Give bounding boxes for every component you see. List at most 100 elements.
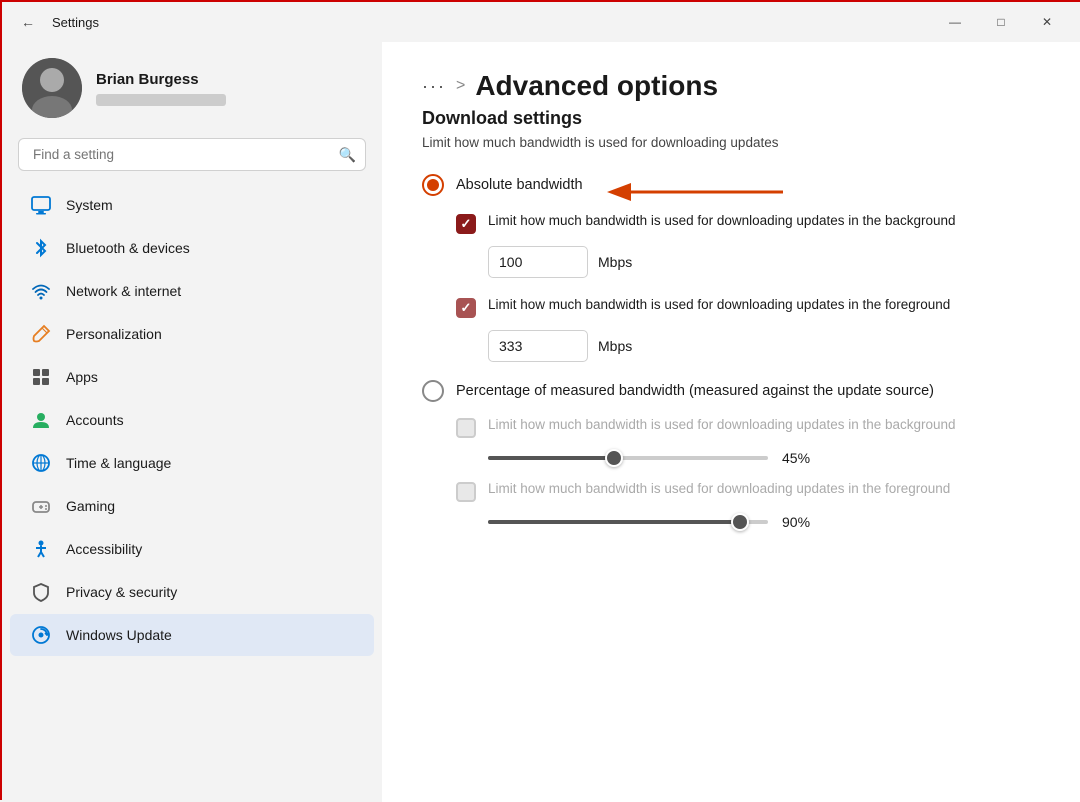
sidebar-item-network[interactable]: Network & internet bbox=[10, 270, 374, 312]
sidebar-item-privacy[interactable]: Privacy & security bbox=[10, 571, 374, 613]
maximize-button[interactable]: □ bbox=[978, 7, 1024, 37]
wifi-icon bbox=[30, 280, 52, 302]
bluetooth-icon bbox=[30, 237, 52, 259]
fg-slider-thumb[interactable] bbox=[731, 513, 749, 531]
absolute-bandwidth-radio[interactable] bbox=[422, 174, 444, 196]
fg-percentage-checkbox-row: Limit how much bandwidth is used for dow… bbox=[456, 480, 1042, 502]
fg-slider-row: 90% bbox=[488, 514, 1042, 530]
bg-slider-pct: 45% bbox=[782, 450, 810, 466]
sidebar-item-windows-update[interactable]: Windows Update bbox=[10, 614, 374, 656]
accounts-icon bbox=[30, 409, 52, 431]
fg-percentage-checkbox[interactable] bbox=[456, 482, 476, 502]
search-input[interactable] bbox=[18, 138, 366, 171]
user-section: Brian Burgess bbox=[2, 42, 382, 138]
absolute-bandwidth-label: Absolute bandwidth bbox=[456, 177, 583, 193]
background-checkbox-label: Limit how much bandwidth is used for dow… bbox=[488, 212, 956, 231]
sidebar-item-accounts-label: Accounts bbox=[66, 412, 124, 428]
background-mbps-label: Mbps bbox=[598, 254, 632, 270]
absolute-bandwidth-option[interactable]: Absolute bandwidth bbox=[422, 174, 583, 196]
sidebar-item-time-label: Time & language bbox=[66, 455, 171, 471]
sidebar: Brian Burgess 🔍 Syst bbox=[2, 42, 382, 802]
sidebar-item-privacy-label: Privacy & security bbox=[66, 584, 177, 600]
window-controls: — □ ✕ bbox=[932, 7, 1070, 37]
bg-slider-fill bbox=[488, 456, 614, 460]
sidebar-item-personalization[interactable]: Personalization bbox=[10, 313, 374, 355]
settings-window: ← Settings — □ ✕ Brian Burgess bbox=[2, 2, 1080, 802]
search-icon: 🔍 bbox=[339, 146, 356, 163]
sidebar-item-personalization-label: Personalization bbox=[66, 326, 162, 342]
main-content: ··· > Advanced options Download settings… bbox=[382, 42, 1080, 802]
sidebar-item-apps-label: Apps bbox=[66, 369, 98, 385]
bg-slider-row: 45% bbox=[488, 450, 1042, 466]
section-title: Download settings bbox=[422, 108, 1042, 129]
background-checkbox-row: Limit how much bandwidth is used for dow… bbox=[456, 212, 1042, 234]
foreground-mbps-input[interactable] bbox=[488, 330, 588, 362]
foreground-checkbox-row: Limit how much bandwidth is used for dow… bbox=[456, 296, 1042, 318]
system-icon bbox=[30, 194, 52, 216]
fg-slider-pct: 90% bbox=[782, 514, 810, 530]
fg-slider-track[interactable] bbox=[488, 520, 768, 524]
user-name: Brian Burgess bbox=[96, 71, 226, 88]
background-input-row: Mbps bbox=[488, 246, 1042, 278]
gaming-icon bbox=[30, 495, 52, 517]
sidebar-item-gaming[interactable]: Gaming bbox=[10, 485, 374, 527]
back-button[interactable]: ← bbox=[14, 8, 42, 36]
fg-percentage-label: Limit how much bandwidth is used for dow… bbox=[488, 480, 950, 499]
globe-icon bbox=[30, 452, 52, 474]
percentage-option[interactable]: Percentage of measured bandwidth (measur… bbox=[422, 380, 1042, 402]
bg-percentage-checkbox-row: Limit how much bandwidth is used for dow… bbox=[456, 416, 1042, 438]
sidebar-item-time[interactable]: Time & language bbox=[10, 442, 374, 484]
close-button[interactable]: ✕ bbox=[1024, 7, 1070, 37]
user-info: Brian Burgess bbox=[96, 71, 226, 106]
fg-slider-fill bbox=[488, 520, 740, 524]
sidebar-item-accessibility[interactable]: Accessibility bbox=[10, 528, 374, 570]
brush-icon bbox=[30, 323, 52, 345]
sidebar-item-accounts[interactable]: Accounts bbox=[10, 399, 374, 441]
foreground-mbps-label: Mbps bbox=[598, 338, 632, 354]
foreground-input-row: Mbps bbox=[488, 330, 1042, 362]
page-header: ··· > Advanced options bbox=[422, 70, 1042, 102]
sidebar-item-system[interactable]: System bbox=[10, 184, 374, 226]
update-icon bbox=[30, 624, 52, 646]
accessibility-icon bbox=[30, 538, 52, 560]
apps-icon bbox=[30, 366, 52, 388]
titlebar: ← Settings — □ ✕ bbox=[2, 2, 1080, 42]
more-options-button[interactable]: ··· bbox=[422, 76, 446, 97]
sidebar-item-windows-update-label: Windows Update bbox=[66, 627, 172, 643]
bg-percentage-checkbox[interactable] bbox=[456, 418, 476, 438]
section-desc: Limit how much bandwidth is used for dow… bbox=[422, 135, 1042, 150]
absolute-bandwidth-row: Absolute bandwidth bbox=[422, 172, 1042, 212]
sidebar-item-bluetooth-label: Bluetooth & devices bbox=[66, 240, 190, 256]
bg-percentage-group: Limit how much bandwidth is used for dow… bbox=[456, 416, 1042, 466]
foreground-option-group: Limit how much bandwidth is used for dow… bbox=[456, 296, 1042, 362]
search-box: 🔍 bbox=[18, 138, 366, 171]
sidebar-item-bluetooth[interactable]: Bluetooth & devices bbox=[10, 227, 374, 269]
bg-slider-thumb[interactable] bbox=[605, 449, 623, 467]
background-mbps-input[interactable] bbox=[488, 246, 588, 278]
page-title: Advanced options bbox=[475, 70, 718, 102]
red-arrow-annotation bbox=[593, 172, 793, 212]
privacy-icon bbox=[30, 581, 52, 603]
percentage-label: Percentage of measured bandwidth (measur… bbox=[456, 383, 934, 399]
nav-list: System Bluetooth & devices bbox=[2, 183, 382, 669]
background-option-group: Limit how much bandwidth is used for dow… bbox=[456, 212, 1042, 278]
app-title: Settings bbox=[52, 15, 99, 30]
foreground-checkbox-label: Limit how much bandwidth is used for dow… bbox=[488, 296, 950, 315]
sidebar-item-apps[interactable]: Apps bbox=[10, 356, 374, 398]
percentage-radio[interactable] bbox=[422, 380, 444, 402]
breadcrumb-separator: > bbox=[456, 77, 465, 95]
foreground-checkbox[interactable] bbox=[456, 298, 476, 318]
bg-slider-track[interactable] bbox=[488, 456, 768, 460]
download-settings-section: Download settings Limit how much bandwid… bbox=[422, 108, 1042, 530]
background-checkbox[interactable] bbox=[456, 214, 476, 234]
bg-percentage-label: Limit how much bandwidth is used for dow… bbox=[488, 416, 956, 435]
avatar bbox=[22, 58, 82, 118]
sidebar-item-system-label: System bbox=[66, 197, 113, 213]
sidebar-item-network-label: Network & internet bbox=[66, 283, 181, 299]
user-email-placeholder bbox=[96, 94, 226, 106]
minimize-button[interactable]: — bbox=[932, 7, 978, 37]
titlebar-left: ← Settings bbox=[14, 8, 99, 36]
fg-percentage-group: Limit how much bandwidth is used for dow… bbox=[456, 480, 1042, 530]
content-area: Brian Burgess 🔍 Syst bbox=[2, 42, 1080, 802]
sidebar-item-gaming-label: Gaming bbox=[66, 498, 115, 514]
